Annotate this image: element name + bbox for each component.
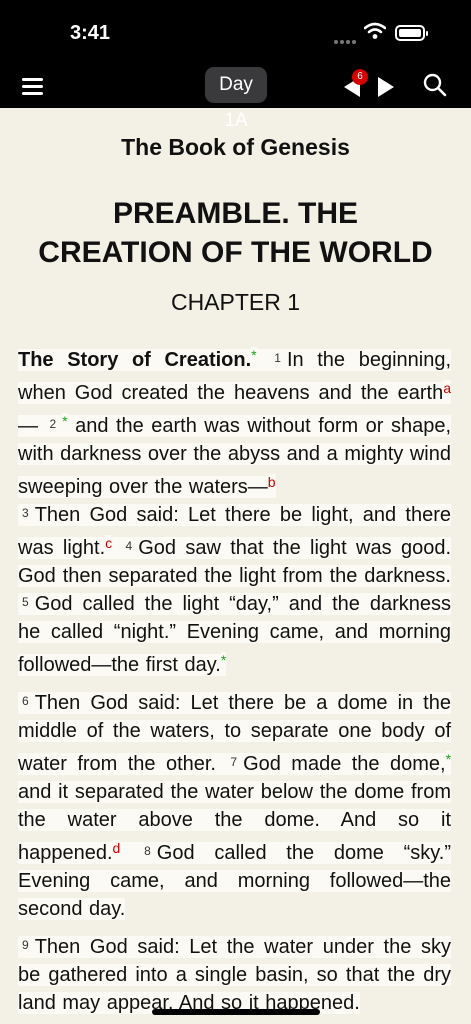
footnote-star[interactable]: *: [445, 751, 452, 767]
footnote-marker[interactable]: b: [267, 474, 276, 490]
verse-number[interactable]: 2: [45, 417, 61, 431]
footnote-marker[interactable]: d: [112, 840, 121, 856]
notification-badge: 6: [352, 69, 368, 85]
verse-number[interactable]: 3: [18, 506, 33, 520]
home-indicator[interactable]: [152, 1009, 320, 1015]
footnote-marker[interactable]: a: [443, 380, 451, 396]
verse-text: Then God said: Let the water under the s…: [18, 936, 451, 1014]
wifi-icon: [364, 22, 386, 39]
battery-icon: [395, 25, 428, 41]
status-bar: 3:41: [0, 0, 471, 64]
verse-number[interactable]: 9: [18, 938, 33, 952]
verse-number[interactable]: 4: [121, 539, 137, 553]
footnote-star[interactable]: *: [251, 347, 257, 363]
verse-text: God made the dome,: [243, 753, 446, 775]
search-icon[interactable]: [422, 72, 448, 98]
chapter-heading: CHAPTER 1: [170, 289, 301, 315]
paragraph: 9 Then God said: Let the water under the …: [18, 933, 451, 1017]
verse-number[interactable]: 6: [18, 694, 33, 708]
section-title-line-2: CREATION OF THE WORLD: [38, 236, 433, 269]
verse-text: and the earth was without form or shape,…: [18, 415, 451, 498]
section-title: PREAMBLE. THE CREATION OF THE WORLD: [0, 194, 471, 272]
verse-number[interactable]: 5: [18, 595, 33, 609]
cellular-signal-icon: [334, 31, 358, 49]
footnote-star[interactable]: *: [62, 413, 68, 429]
day-selector-button[interactable]: Day 1A: [205, 67, 267, 131]
verse-text: God called the light “day,” and the dark…: [18, 593, 451, 676]
next-arrow-icon[interactable]: [374, 75, 398, 99]
status-time: 3:41: [70, 22, 111, 44]
paragraph: 3 Then God said: Let there be light, and …: [18, 501, 452, 679]
verse-number[interactable]: 8: [140, 844, 155, 858]
toolbar: Day 1A 6: [0, 64, 471, 131]
section-title-line-1: PREAMBLE. THE: [112, 197, 358, 230]
paragraph: 6 Then God said: Let there be a dome in t…: [18, 689, 452, 923]
paragraph: The Story of Creation.* 1 In the beginnin…: [18, 341, 451, 501]
footnote-marker[interactable]: c: [105, 535, 113, 551]
em-dash: —: [18, 415, 38, 437]
verse-number[interactable]: 1: [270, 351, 285, 365]
book-title: The Book of Genesis: [121, 134, 350, 160]
reading-pane[interactable]: The Book of Genesis PREAMBLE. THE CREATI…: [0, 108, 471, 1024]
verse-number[interactable]: 7: [226, 755, 242, 769]
menu-icon[interactable]: [22, 74, 46, 98]
pericope-heading: The Story of Creation.: [18, 349, 252, 371]
footnote-star[interactable]: *: [220, 652, 227, 668]
